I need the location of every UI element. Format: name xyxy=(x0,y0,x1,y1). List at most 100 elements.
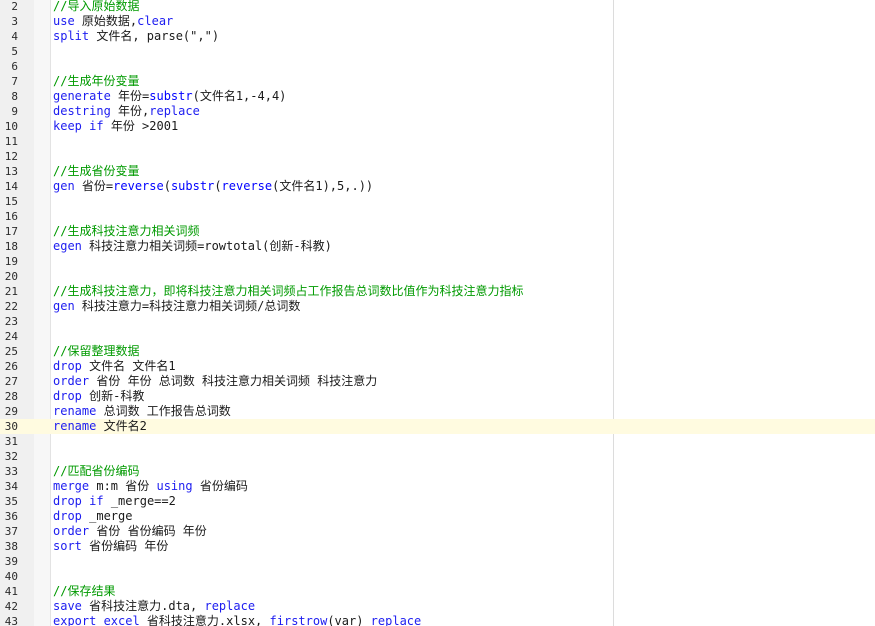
code-line[interactable]: 29 rename 总词数 工作报告总词数 xyxy=(0,404,875,419)
code-line[interactable]: 38 sort 省份编码 年份 xyxy=(0,539,875,554)
code-line[interactable]: 14 gen 省份=reverse(substr(reverse(文件名1),5,… xyxy=(0,179,875,194)
code-line[interactable]: 27 order 省份 年份 总词数 科技注意力相关词频 科技注意力 xyxy=(0,374,875,389)
code-line[interactable]: 39 xyxy=(0,554,875,569)
code-text[interactable]: //保存结果 xyxy=(53,584,115,599)
code-line[interactable]: 25 //保留整理数据 xyxy=(0,344,875,359)
code-text[interactable]: destring 年份,replace xyxy=(53,104,200,119)
keyword-token: if xyxy=(89,119,104,133)
code-line[interactable]: 34 merge m:m 省份 using 省份编码 xyxy=(0,479,875,494)
code-line[interactable]: 17 //生成科技注意力相关词频 xyxy=(0,224,875,239)
text-token: 文件名2 xyxy=(96,419,147,433)
code-line[interactable]: 4 split 文件名, parse(",") xyxy=(0,29,875,44)
code-line[interactable]: 26 drop 文件名 文件名1 xyxy=(0,359,875,374)
code-line[interactable]: 7 //生成年份变量 xyxy=(0,74,875,89)
code-line[interactable]: 21 //生成科技注意力，即将科技注意力相关词频占工作报告总词数比值作为科技注意力… xyxy=(0,284,875,299)
code-text[interactable]: drop _merge xyxy=(53,509,132,524)
line-number: 28 xyxy=(4,390,18,403)
code-line[interactable]: 2 //导入原始数据 xyxy=(0,0,875,14)
line-number: 42 xyxy=(4,600,18,613)
code-text[interactable]: order 省份 年份 总词数 科技注意力相关词频 科技注意力 xyxy=(53,374,377,389)
code-text[interactable]: //导入原始数据 xyxy=(53,0,139,14)
code-text[interactable]: //保留整理数据 xyxy=(53,344,139,359)
code-line[interactable]: 36 drop _merge xyxy=(0,509,875,524)
keyword-token: firstrow xyxy=(269,614,328,626)
text-token: m:m 省份 xyxy=(89,479,157,493)
line-number: 7 xyxy=(11,75,18,88)
line-number: 19 xyxy=(4,255,18,268)
code-text[interactable]: //匹配省份编码 xyxy=(53,464,139,479)
code-lines[interactable]: 2 //导入原始数据 3 use 原始数据,clear 4 split 文件名, pars… xyxy=(0,0,875,626)
code-line[interactable]: 43 export excel 省科技注意力.xlsx, firstrow(var… xyxy=(0,614,875,626)
code-line[interactable]: 20 xyxy=(0,269,875,284)
code-text[interactable]: order 省份 省份编码 年份 xyxy=(53,524,207,539)
code-line[interactable]: 30 rename 文件名2 xyxy=(0,419,875,434)
code-text[interactable]: drop if _merge==2 xyxy=(53,494,176,509)
code-text[interactable]: export excel 省科技注意力.xlsx, firstrow(var) … xyxy=(53,614,421,626)
keyword-token: gen xyxy=(53,299,75,313)
line-number: 17 xyxy=(4,225,18,238)
code-line[interactable]: 35 drop if _merge==2 xyxy=(0,494,875,509)
code-line[interactable]: 5 xyxy=(0,44,875,59)
text-token: 年份= xyxy=(110,89,150,103)
keyword-token: drop xyxy=(53,494,82,508)
line-number: 11 xyxy=(4,135,18,148)
code-line[interactable]: 22 gen 科技注意力=科技注意力相关词频/总词数 xyxy=(0,299,875,314)
text-token: ( xyxy=(214,179,222,193)
code-line[interactable]: 10 keep if 年份 >2001 xyxy=(0,119,875,134)
line-number: 35 xyxy=(4,495,18,508)
code-text[interactable]: rename 总词数 工作报告总词数 xyxy=(53,404,231,419)
code-text[interactable]: //生成省份变量 xyxy=(53,164,139,179)
code-line[interactable]: 16 xyxy=(0,209,875,224)
code-text[interactable]: generate 年份=substr(文件名1,-4,4) xyxy=(53,89,286,104)
code-line[interactable]: 15 xyxy=(0,194,875,209)
code-line[interactable]: 13 //生成省份变量 xyxy=(0,164,875,179)
code-line[interactable]: 32 xyxy=(0,449,875,464)
code-text[interactable]: egen 科技注意力相关词频=rowtotal(创新-科教) xyxy=(53,239,332,254)
keyword-token: replace xyxy=(370,614,422,626)
code-text[interactable]: gen 科技注意力=科技注意力相关词频/总词数 xyxy=(53,299,300,314)
code-line[interactable]: 19 xyxy=(0,254,875,269)
code-line[interactable]: 6 xyxy=(0,59,875,74)
code-text[interactable]: merge m:m 省份 using 省份编码 xyxy=(53,479,248,494)
code-line[interactable]: 41 //保存结果 xyxy=(0,584,875,599)
keyword-token: keep xyxy=(53,119,82,133)
code-text[interactable]: drop 文件名 文件名1 xyxy=(53,359,176,374)
code-line[interactable]: 23 xyxy=(0,314,875,329)
code-text[interactable]: keep if 年份 >2001 xyxy=(53,119,178,134)
code-line[interactable]: 28 drop 创新-科教 xyxy=(0,389,875,404)
keyword-token: order xyxy=(53,374,90,388)
code-text[interactable]: split 文件名, parse(",") xyxy=(53,29,219,44)
keyword-token: clear xyxy=(137,14,174,28)
code-line[interactable]: 42 save 省科技注意力.dta, replace xyxy=(0,599,875,614)
code-text[interactable]: use 原始数据,clear xyxy=(53,14,173,29)
code-line[interactable]: 40 xyxy=(0,569,875,584)
keyword-token: generate xyxy=(53,89,111,103)
code-text[interactable]: gen 省份=reverse(substr(reverse(文件名1),5,.)… xyxy=(53,179,373,194)
code-line[interactable]: 31 xyxy=(0,434,875,449)
code-text[interactable]: //生成科技注意力相关词频 xyxy=(53,224,199,239)
comment-token: //生成科技注意力，即将科技注意力相关词频占工作报告总词数比值作为科技注意力指标 xyxy=(53,284,524,298)
code-text[interactable]: sort 省份编码 年份 xyxy=(53,539,168,554)
text-token: (var) xyxy=(327,614,371,626)
code-line[interactable]: 12 xyxy=(0,149,875,164)
code-text[interactable]: save 省科技注意力.dta, replace xyxy=(53,599,255,614)
code-line[interactable]: 18 egen 科技注意力相关词频=rowtotal(创新-科教) xyxy=(0,239,875,254)
code-text[interactable]: rename 文件名2 xyxy=(53,419,147,434)
code-line[interactable]: 33 //匹配省份编码 xyxy=(0,464,875,479)
keyword-token: replace xyxy=(204,599,256,613)
comment-token: //保留整理数据 xyxy=(53,344,140,358)
code-line[interactable]: 37 order 省份 省份编码 年份 xyxy=(0,524,875,539)
code-line[interactable]: 9 destring 年份,replace xyxy=(0,104,875,119)
code-line[interactable]: 3 use 原始数据,clear xyxy=(0,14,875,29)
code-line[interactable]: 8 generate 年份=substr(文件名1,-4,4) xyxy=(0,89,875,104)
code-text[interactable]: //生成年份变量 xyxy=(53,74,139,89)
line-number: 41 xyxy=(4,585,18,598)
code-text[interactable]: //生成科技注意力，即将科技注意力相关词频占工作报告总词数比值作为科技注意力指标 xyxy=(53,284,523,299)
code-line[interactable]: 24 xyxy=(0,329,875,344)
text-token: 科技注意力相关词频=rowtotal(创新-科教) xyxy=(81,239,332,253)
keyword-token: rename xyxy=(53,419,97,433)
code-text[interactable]: drop 创新-科教 xyxy=(53,389,144,404)
code-editor[interactable]: 2 //导入原始数据 3 use 原始数据,clear 4 split 文件名, pars… xyxy=(0,0,875,626)
line-number: 23 xyxy=(4,315,18,328)
code-line[interactable]: 11 xyxy=(0,134,875,149)
